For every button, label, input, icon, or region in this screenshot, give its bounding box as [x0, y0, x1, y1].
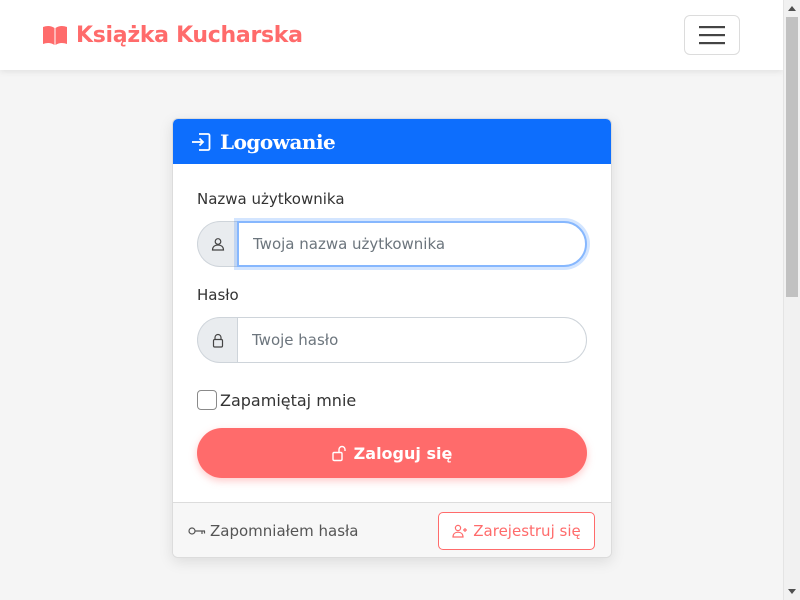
book-open-icon [43, 25, 67, 45]
scroll-up-arrow-icon[interactable] [784, 0, 800, 17]
password-input-group [197, 317, 587, 363]
remember-me-checkbox[interactable] [197, 390, 217, 410]
register-button-label: Zarejestruj się [473, 522, 581, 540]
password-label: Hasło [197, 286, 239, 304]
scrollbar-thumb[interactable] [786, 17, 798, 297]
username-addon [197, 221, 237, 267]
remember-me-label[interactable]: Zapamiętaj mnie [220, 391, 356, 410]
password-addon [197, 317, 237, 363]
forgot-password-label: Zapomniałem hasła [210, 522, 359, 540]
page-scrollbar[interactable] [783, 0, 800, 600]
username-label: Nazwa użytkownika [197, 190, 345, 208]
card-footer: Zapomniałem hasła Zarejestruj się [173, 502, 611, 557]
register-button[interactable]: Zarejestruj się [438, 512, 595, 550]
card-header: Logowanie [173, 119, 611, 164]
hamburger-menu-icon [699, 26, 725, 45]
username-input-group [197, 221, 587, 267]
brand-link[interactable]: Książka Kucharska [42, 18, 303, 52]
login-arrow-icon [192, 132, 211, 151]
scroll-down-arrow-icon[interactable] [784, 583, 800, 600]
person-plus-icon [452, 524, 468, 538]
brand-name: Książka Kucharska [76, 22, 303, 48]
navbar-toggler-button[interactable] [684, 15, 740, 55]
lock-icon [212, 333, 223, 348]
forgot-password-link[interactable]: Zapomniałem hasła [188, 520, 358, 542]
top-navbar: Książka Kucharska [0, 0, 783, 70]
card-title: Logowanie [220, 129, 336, 154]
login-card: Logowanie Nazwa użytkownika Hasło Zapami… [172, 118, 612, 558]
username-input[interactable] [237, 221, 587, 267]
login-button[interactable]: Zaloguj się [197, 428, 587, 478]
unlock-icon [331, 445, 346, 461]
person-icon [211, 238, 224, 251]
key-icon [188, 527, 206, 535]
password-input[interactable] [237, 317, 587, 363]
remember-me-row: Zapamiętaj mnie [197, 389, 356, 411]
login-button-label: Zaloguj się [353, 443, 453, 463]
